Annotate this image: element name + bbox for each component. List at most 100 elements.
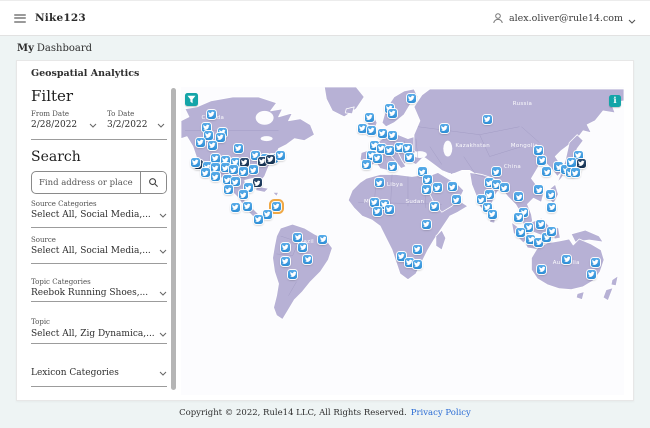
tweet-marker[interactable] <box>190 157 200 167</box>
tweet-marker[interactable] <box>358 123 368 133</box>
tweet-marker[interactable] <box>546 190 556 200</box>
tweet-marker[interactable] <box>516 228 526 238</box>
tweet-marker[interactable] <box>195 137 205 147</box>
tweet-marker[interactable] <box>547 227 557 237</box>
tweet-marker[interactable] <box>206 109 216 119</box>
tweet-marker[interactable] <box>239 157 249 167</box>
user-menu[interactable]: alex.oliver@rule14.com <box>492 9 636 28</box>
tweet-marker[interactable] <box>265 154 275 164</box>
tweet-marker[interactable] <box>375 178 385 188</box>
tweet-marker[interactable] <box>429 202 439 212</box>
tweet-marker[interactable] <box>534 185 544 195</box>
search-button[interactable] <box>140 172 166 193</box>
tweet-marker[interactable] <box>542 167 552 177</box>
tweet-marker[interactable] <box>587 269 597 279</box>
tweet-marker[interactable] <box>280 242 290 252</box>
source-categories-select[interactable]: Select All, Social Media,... <box>31 210 167 220</box>
tweet-marker[interactable] <box>293 233 303 243</box>
tweet-marker[interactable] <box>421 185 431 195</box>
tweet-marker[interactable] <box>404 152 414 162</box>
map-filter-button[interactable] <box>185 93 198 106</box>
tweet-marker[interactable] <box>406 93 416 103</box>
tweet-marker[interactable] <box>318 235 328 244</box>
from-date-select[interactable]: 2/28/2022 <box>31 120 97 130</box>
tweet-marker[interactable] <box>210 153 220 163</box>
tweet-marker[interactable] <box>451 195 461 205</box>
tweet-marker[interactable] <box>547 203 557 213</box>
tweet-marker[interactable] <box>499 183 509 193</box>
tweet-marker[interactable] <box>373 207 383 217</box>
world-map[interactable]: CanadaRussiaKazakhstanMongoliaChinaIranL… <box>181 87 624 395</box>
tweet-marker[interactable] <box>252 178 262 188</box>
tweet-marker[interactable] <box>524 223 534 233</box>
tweet-marker[interactable] <box>388 162 398 172</box>
tweet-marker[interactable] <box>362 160 372 170</box>
tweet-marker[interactable] <box>562 254 572 264</box>
tweet-marker[interactable] <box>388 108 398 118</box>
tweet-marker[interactable] <box>412 244 422 254</box>
tweet-marker[interactable] <box>223 185 233 195</box>
tweet-marker[interactable] <box>262 210 272 220</box>
tweet-marker[interactable] <box>537 155 547 165</box>
tweet-marker[interactable] <box>385 205 395 215</box>
tweet-marker[interactable] <box>432 183 442 193</box>
tweet-marker[interactable] <box>271 202 281 212</box>
tweet-marker[interactable] <box>567 157 577 167</box>
tweet-marker[interactable] <box>207 140 217 150</box>
tweet-marker[interactable] <box>491 167 501 177</box>
tweet-marker[interactable] <box>238 190 248 200</box>
tweet-marker[interactable] <box>303 254 313 264</box>
lexicon-categories-select[interactable]: Lexicon Categories <box>31 368 167 378</box>
tweet-marker[interactable] <box>228 165 238 175</box>
tweet-marker[interactable] <box>385 145 395 155</box>
topic-categories-select[interactable]: Reebok Running Shoes,... <box>31 288 167 298</box>
tweet-marker[interactable] <box>422 175 432 185</box>
tweet-marker[interactable] <box>536 220 546 230</box>
tweet-marker[interactable] <box>373 153 383 163</box>
tweet-marker[interactable] <box>238 167 248 177</box>
tweet-marker[interactable] <box>378 128 388 138</box>
search-input[interactable] <box>32 172 140 193</box>
hamburger-menu-icon[interactable] <box>14 13 26 23</box>
tweet-marker[interactable] <box>591 257 601 267</box>
tweet-marker[interactable] <box>248 165 258 175</box>
tweet-marker[interactable] <box>242 202 252 212</box>
tweet-marker[interactable] <box>288 269 298 279</box>
tweet-marker[interactable] <box>439 123 449 133</box>
tweet-marker[interactable] <box>370 198 380 208</box>
privacy-policy-link[interactable]: Privacy Policy <box>411 408 471 418</box>
tweet-marker[interactable] <box>203 130 213 140</box>
tweet-marker[interactable] <box>275 150 285 160</box>
tweet-marker[interactable] <box>280 256 290 266</box>
scrollbar-thumb[interactable] <box>171 88 176 390</box>
tweet-marker[interactable] <box>233 143 243 153</box>
tweet-marker[interactable] <box>253 215 263 225</box>
breadcrumb: My Dashboard <box>0 36 650 60</box>
topic-select[interactable]: Select All, Zig Dynamica,... <box>31 329 167 339</box>
tweet-marker[interactable] <box>534 145 544 155</box>
tweet-marker[interactable] <box>230 203 240 213</box>
tweet-marker[interactable] <box>514 192 524 202</box>
tweet-marker[interactable] <box>402 143 412 153</box>
tweet-marker[interactable] <box>577 158 587 168</box>
tweet-marker[interactable] <box>537 264 547 274</box>
source-select[interactable]: Select All, Social Media,... <box>31 246 167 256</box>
tweet-marker[interactable] <box>482 114 492 124</box>
to-date-select[interactable]: 3/2/2022 <box>107 120 165 130</box>
tweet-marker[interactable] <box>210 172 220 182</box>
tweet-marker[interactable] <box>367 125 377 135</box>
tweet-marker[interactable] <box>215 132 225 142</box>
tweet-marker[interactable] <box>571 168 581 178</box>
tweet-marker[interactable] <box>200 168 210 178</box>
tweet-marker[interactable] <box>210 163 220 173</box>
map-info-button[interactable]: i <box>609 95 621 107</box>
tweet-marker[interactable] <box>487 210 497 220</box>
tweet-marker[interactable] <box>484 190 494 200</box>
tweet-marker[interactable] <box>514 213 524 223</box>
tweet-marker[interactable] <box>421 220 431 230</box>
tweet-marker[interactable] <box>388 130 398 140</box>
tweet-marker[interactable] <box>365 112 375 122</box>
tweet-marker[interactable] <box>298 242 308 252</box>
tweet-marker[interactable] <box>447 182 457 192</box>
tweet-marker[interactable] <box>412 259 422 269</box>
